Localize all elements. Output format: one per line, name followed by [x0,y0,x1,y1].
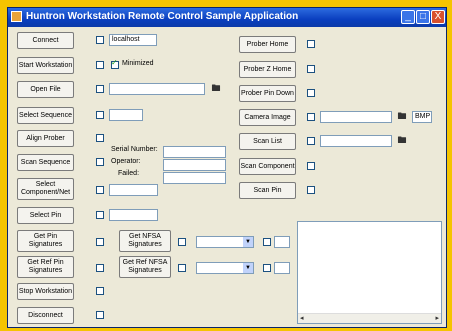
nfsa-combo[interactable]: ▼ [196,236,254,248]
select-pin-button[interactable]: Select Pin [17,207,74,224]
serial-number-label: Serial Number: [111,146,158,153]
get-pin-signatures-button[interactable]: Get Pin Signatures [17,230,74,252]
get-nfsa-signatures-checkbox[interactable] [178,238,186,246]
ref-nfsa-option-checkbox[interactable] [263,264,271,272]
get-ref-pin-signatures-checkbox[interactable] [96,264,104,272]
maximize-button[interactable]: □ [416,10,430,24]
app-icon [11,11,22,22]
minimize-button[interactable]: _ [401,10,415,24]
nfsa-option-checkbox[interactable] [263,238,271,246]
select-pin-checkbox[interactable] [96,211,104,219]
scan-component-button[interactable]: Scan Component [239,158,296,175]
prober-z-home-button[interactable]: Prober Z Home [239,61,296,78]
disconnect-button[interactable]: Disconnect [17,307,74,324]
scan-component-checkbox[interactable] [307,162,315,170]
combo-arrow-icon[interactable]: ▼ [243,263,253,273]
select-sequence-checkbox[interactable] [96,111,104,119]
connect-button[interactable]: Connect [17,32,74,49]
align-prober-checkbox[interactable] [96,134,104,142]
pin-field[interactable] [109,209,158,221]
open-file-checkbox[interactable] [96,85,104,93]
camera-image-path-field[interactable] [320,111,392,123]
scan-list-button[interactable]: Scan List [239,133,296,150]
stop-workstation-checkbox[interactable] [96,287,104,295]
open-file-folder-icon[interactable]: 🖿 [210,83,222,94]
scan-list-path-field[interactable] [320,135,392,147]
horizontal-scrollbar[interactable]: ◂ ▸ [298,313,441,323]
prober-pin-down-button[interactable]: Prober Pin Down [239,85,296,102]
scan-pin-button[interactable]: Scan Pin [239,182,296,199]
get-ref-nfsa-signatures-button[interactable]: Get Ref NFSA Signatures [119,256,171,278]
get-pin-signatures-checkbox[interactable] [96,238,104,246]
select-component-checkbox[interactable] [96,186,104,194]
stop-workstation-button[interactable]: Stop Workstation [17,283,74,300]
prober-z-home-checkbox[interactable] [307,65,315,73]
align-prober-button[interactable]: Align Prober [17,130,74,147]
image-format-field[interactable]: BMP [412,111,432,123]
window-title: Huntron Workstation Remote Control Sampl… [26,11,299,22]
camera-image-checkbox[interactable] [307,113,315,121]
prober-pin-down-checkbox[interactable] [307,89,315,97]
scroll-left-icon[interactable]: ◂ [300,314,304,322]
close-button[interactable]: X [431,10,445,24]
component-field[interactable] [109,184,158,196]
camera-image-button[interactable]: Camera Image [239,109,296,126]
scan-pin-checkbox[interactable] [307,186,315,194]
scan-sequence-checkbox[interactable] [96,158,104,166]
prober-home-button[interactable]: Prober Home [239,36,296,53]
prober-home-checkbox[interactable] [307,40,315,48]
host-field[interactable]: localhost [109,34,157,46]
output-list[interactable]: ◂ ▸ [297,221,442,324]
disconnect-checkbox[interactable] [96,311,104,319]
camera-image-folder-icon[interactable]: 🖿 [396,111,408,122]
select-component-net-button[interactable]: Select Component/Net [17,178,74,200]
serial-number-field[interactable] [163,146,226,158]
start-workstation-checkbox[interactable] [96,61,104,69]
operator-label: Operator: [111,158,141,165]
file-path-field[interactable] [109,83,205,95]
ref-nfsa-combo[interactable]: ▼ [196,262,254,274]
combo-arrow-icon[interactable]: ▼ [243,237,253,247]
scan-list-checkbox[interactable] [307,137,315,145]
ref-nfsa-value-field[interactable] [274,262,290,274]
nfsa-value-field[interactable] [274,236,290,248]
connect-checkbox[interactable] [96,36,104,44]
get-ref-nfsa-signatures-checkbox[interactable] [178,264,186,272]
scan-sequence-button[interactable]: Scan Sequence [17,154,74,171]
sequence-field[interactable] [109,109,143,121]
minimized-checkbox[interactable] [111,58,119,69]
operator-field[interactable] [163,159,226,171]
get-ref-pin-signatures-button[interactable]: Get Ref Pin Signatures [17,256,74,278]
open-file-button[interactable]: Open File [17,81,74,98]
scan-list-folder-icon[interactable]: 🖿 [396,135,408,146]
failed-label: Failed: [118,170,140,177]
minimized-label: Minimized [122,60,154,67]
select-sequence-button[interactable]: Select Sequence [17,107,74,124]
app-window: Huntron Workstation Remote Control Sampl… [7,7,447,328]
get-nfsa-signatures-button[interactable]: Get NFSA Signatures [119,230,171,252]
title-bar[interactable]: Huntron Workstation Remote Control Sampl… [8,8,446,27]
failed-field[interactable] [163,172,226,184]
scroll-right-icon[interactable]: ▸ [435,314,439,322]
start-workstation-button[interactable]: Start Workstation [17,57,74,74]
